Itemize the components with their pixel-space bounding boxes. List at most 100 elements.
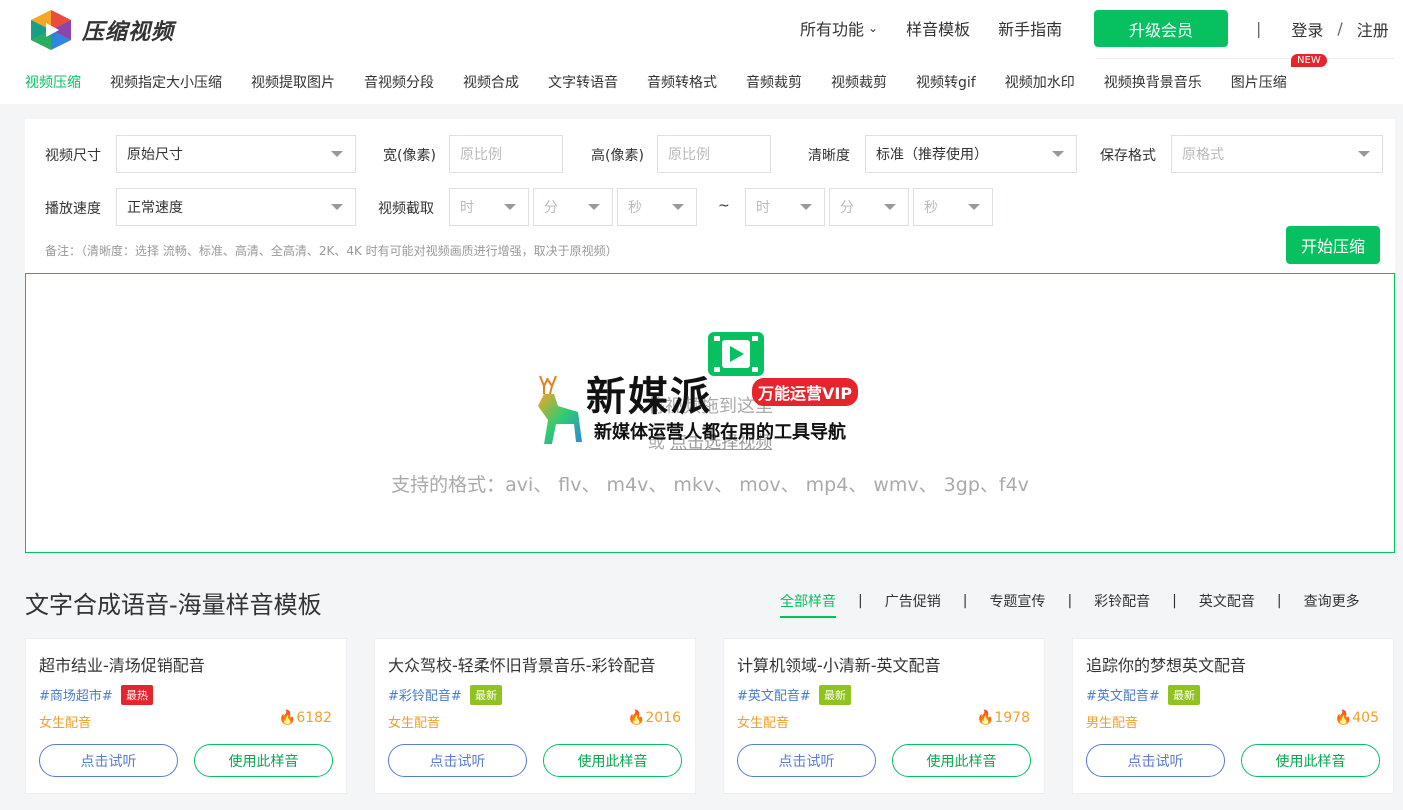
new-badge: 最新 [470,685,502,705]
card-count: 🔥1978 [977,710,1030,726]
new-badge: 最新 [1168,685,1200,705]
tool-video-compress[interactable]: 视频压缩 [25,72,81,92]
upgrade-vip-button[interactable]: 升级会员 [1094,10,1228,47]
quality-select[interactable]: 标准（推荐使用） [865,135,1077,173]
chevron-down-icon [672,204,684,210]
tab-more[interactable]: 查询更多 [1304,591,1360,611]
card-tag[interactable]: #彩铃配音# [388,685,462,704]
clip-start-minute[interactable]: 分 [533,188,613,226]
top-nav: 所有功能 ⌄ 样音模板 新手指南 [800,10,1090,46]
width-label: 宽(像素) [383,148,436,164]
format-label: 保存格式 [1100,148,1156,164]
use-template-button[interactable]: 使用此样音 [1241,744,1380,777]
clip-end-hour[interactable]: 时 [745,188,825,226]
divider: | [1067,593,1073,609]
card-count-value: 2016 [645,710,681,726]
brand-name: 压缩视频 [82,20,175,45]
clip-label: 视频截取 [378,201,434,217]
card-title[interactable]: 追踪你的梦想英文配音 [1086,652,1246,676]
new-badge: NEW [1291,54,1327,67]
tool-bgm[interactable]: 视频换背景音乐 [1104,72,1202,92]
clip-start-second[interactable]: 秒 [617,188,697,226]
card-count: 🔥405 [1335,710,1379,726]
card-tag[interactable]: #商场超市# [39,685,113,704]
tab-english[interactable]: 英文配音 [1199,591,1255,611]
template-card: 追踪你的梦想英文配音 #英文配音# 最新 男生配音 🔥405 点击试听 使用此样… [1072,638,1394,794]
promo-title: 新媒派 [586,374,712,420]
format-select[interactable]: 原格式 [1171,135,1383,173]
supported-formats: 支持的格式：avi、 flv、 m4v、 mkv、 mov、 mp4、 wmv、… [391,474,1029,496]
card-voice: 女生配音 [388,716,441,731]
tool-nav: 视频压缩 视频指定大小压缩 视频提取图片 音视频分段 视频合成 文字转语音 音频… [25,54,1327,94]
tool-video-cut[interactable]: 视频裁剪 [831,72,887,92]
quality-note: 备注：（清晰度：选择 流畅、标准、高清、全高清、2K、4K 时有可能对视频画质进… [45,244,618,258]
tool-image-compress[interactable]: 图片压缩 NEW [1230,54,1327,92]
fire-icon: 🔥 [627,710,646,726]
tool-extract-images[interactable]: 视频提取图片 [251,72,335,92]
header: 压缩视频 所有功能 ⌄ 样音模板 新手指南 升级会员 | 登录 / 注册 视频压… [0,0,1403,104]
size-select-value: 原始尺寸 [127,147,183,163]
tool-merge[interactable]: 视频合成 [463,72,519,92]
card-title[interactable]: 大众驾校-轻柔怀旧背景音乐-彩铃配音 [388,652,656,676]
listen-button[interactable]: 点击试听 [388,744,527,777]
card-tag[interactable]: #英文配音# [1086,685,1160,704]
chevron-down-icon [968,204,980,210]
tab-ringtone[interactable]: 彩铃配音 [1094,591,1150,611]
clip-start-hour[interactable]: 时 [449,188,529,226]
card-voice: 女生配音 [737,716,790,731]
use-template-button[interactable]: 使用此样音 [892,744,1031,777]
chevron-down-icon [800,204,812,210]
height-input[interactable]: 原比例 [657,135,771,173]
card-count-value: 405 [1352,710,1379,726]
listen-button[interactable]: 点击试听 [1086,744,1225,777]
tool-split[interactable]: 音视频分段 [364,72,434,92]
promo-subtitle: 新媒体运营人都在用的工具导航 [594,422,846,443]
clip-end-minute-value: 分 [840,200,854,216]
tool-tts[interactable]: 文字转语音 [548,72,618,92]
upload-dropzone[interactable]: 将视频拖到这里 或 点击选择视频 支持的格式：avi、 flv、 m4v、 mk… [25,273,1395,553]
chevron-down-icon [884,204,896,210]
card-count: 🔥2016 [628,710,681,726]
deer-logo-icon [538,375,582,444]
width-input[interactable]: 原比例 [449,135,563,173]
login-link[interactable]: 登录 [1291,17,1323,41]
tool-image-compress-label: 图片压缩 [1230,75,1287,91]
card-title[interactable]: 计算机领域-小清新-英文配音 [737,652,941,676]
template-card: 计算机领域-小清新-英文配音 #英文配音# 最新 女生配音 🔥1978 点击试听… [723,638,1045,794]
chevron-down-icon [504,204,516,210]
card-tag[interactable]: #英文配音# [737,685,811,704]
clip-end-second[interactable]: 秒 [913,188,993,226]
listen-button[interactable]: 点击试听 [39,744,178,777]
use-template-button[interactable]: 使用此样音 [543,744,682,777]
auth-links: | 登录 / 注册 [1256,10,1389,47]
clip-start-hour-value: 时 [460,200,474,216]
promo-overlay[interactable]: 新媒派 万能运营VIP 新媒体运营人都在用的工具导航 [526,332,886,452]
logo[interactable]: 压缩视频 [26,8,174,52]
nav-templates[interactable]: 样音模板 [906,16,970,40]
tool-audio-cut[interactable]: 音频裁剪 [746,72,802,92]
tool-size-compress[interactable]: 视频指定大小压缩 [110,72,222,92]
card-voice: 女生配音 [39,716,92,731]
promo-badge: 万能运营VIP [752,378,859,406]
template-card: 大众驾校-轻柔怀旧背景音乐-彩铃配音 #彩铃配音# 最新 女生配音 🔥2016 … [374,638,696,794]
range-separator: ~ [718,198,730,214]
chevron-down-icon [331,151,343,157]
speed-select-value: 正常速度 [127,200,183,216]
tool-video-gif[interactable]: 视频转gif [916,72,976,92]
tool-watermark[interactable]: 视频加水印 [1005,72,1075,92]
fire-icon: 🔥 [1334,710,1353,726]
speed-select[interactable]: 正常速度 [116,188,356,226]
tab-special[interactable]: 专题宣传 [989,591,1045,611]
listen-button[interactable]: 点击试听 [737,744,876,777]
nav-all-features[interactable]: 所有功能 ⌄ [800,16,878,40]
tab-all[interactable]: 全部样音 [780,591,836,618]
nav-guide[interactable]: 新手指南 [998,16,1062,40]
clip-end-minute[interactable]: 分 [829,188,909,226]
register-link[interactable]: 注册 [1357,17,1389,41]
tab-promotion[interactable]: 广告促销 [885,591,941,611]
start-compress-button[interactable]: 开始压缩 [1286,226,1380,264]
use-template-button[interactable]: 使用此样音 [194,744,333,777]
tool-audio-convert[interactable]: 音频转格式 [647,72,717,92]
size-select[interactable]: 原始尺寸 [116,135,356,173]
card-title[interactable]: 超市结业-清场促销配音 [39,652,205,676]
